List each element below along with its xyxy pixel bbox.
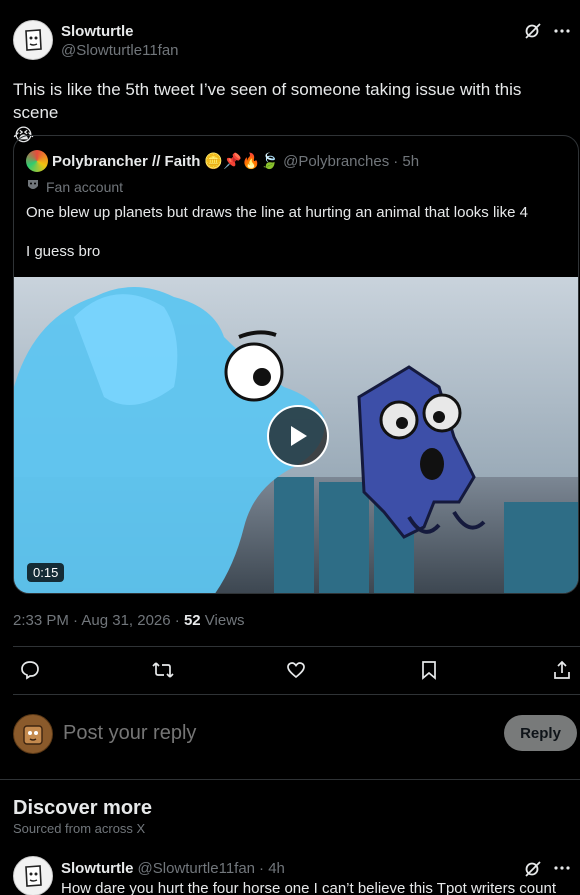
quote-author-handle[interactable]: @Polybranches [283,153,389,170]
reply-icon[interactable] [18,658,42,682]
quote-text-line2: I guess bro [26,243,101,260]
user-avatar[interactable] [13,714,53,754]
share-icon[interactable] [550,658,574,682]
bookmark-icon[interactable] [417,658,441,682]
like-icon[interactable] [284,658,308,682]
next-author-handle[interactable]: @Slowturtle11fan [138,860,256,877]
divider [0,779,580,780]
timestamp[interactable]: 2:33 PM · Aug 31, 2026 · [13,612,184,629]
reply-button[interactable]: Reply [504,715,577,751]
quote-avatar [26,150,48,172]
views-label: Views [200,612,245,629]
play-button[interactable] [267,405,329,467]
grok-icon[interactable] [524,860,542,883]
quote-text-line1: One blew up planets but draws the line a… [26,204,528,221]
views-count: 52 [183,612,201,629]
next-post-text: How dare you hurt the four horse one I c… [61,880,556,895]
divider [13,694,580,695]
header-icons [524,22,570,45]
quoted-tweet[interactable]: Polybrancher // Faith 🪙📌🔥🍃 @Polybranches… [13,135,579,594]
theater-mask-icon [26,178,40,195]
retweet-icon[interactable] [151,658,175,682]
divider [13,646,580,647]
tweet-text-body: This is like the 5th tweet I’ve seen of … [13,80,522,122]
author-name[interactable]: Slowturtle [61,23,134,40]
next-post-time: · 4h [259,860,285,877]
video-duration: 0:15 [27,563,65,582]
tweet-header: Slowturtle @Slowturtle11fan [13,20,570,62]
tweet-meta: 2:33 PM · Aug 31, 2026 · 52 Views [13,612,245,629]
quote-author-name[interactable]: Polybrancher // Faith [52,153,200,170]
author-handle[interactable]: @Slowturtle11fan [61,42,179,59]
action-bar [18,658,574,682]
reply-composer: Reply [13,713,577,754]
next-post-header: Slowturtle @Slowturtle11fan · 4h [61,860,285,877]
more-icon[interactable] [554,23,570,44]
next-author-name[interactable]: Slowturtle [61,860,134,877]
video-player[interactable]: 0:15 [14,277,578,593]
play-icon [291,426,307,446]
next-post[interactable]: Slowturtle @Slowturtle11fan · 4h How dar… [13,856,570,895]
quote-header: Polybrancher // Faith 🪙📌🔥🍃 @Polybranches… [26,150,419,172]
author-avatar[interactable] [13,20,53,60]
quote-time: · 5h [393,152,420,170]
account-label: Fan account [46,178,124,195]
discover-subtitle: Sourced from across X [13,821,146,836]
grok-icon[interactable] [524,22,542,45]
next-post-icons [524,860,570,883]
name-emojis: 🪙📌🔥🍃 [204,152,280,170]
next-author-avatar[interactable] [13,856,53,895]
reply-input[interactable] [63,722,443,745]
account-label-row: Fan account [26,178,123,195]
discover-title: Discover more [13,797,152,819]
more-icon[interactable] [554,860,570,883]
